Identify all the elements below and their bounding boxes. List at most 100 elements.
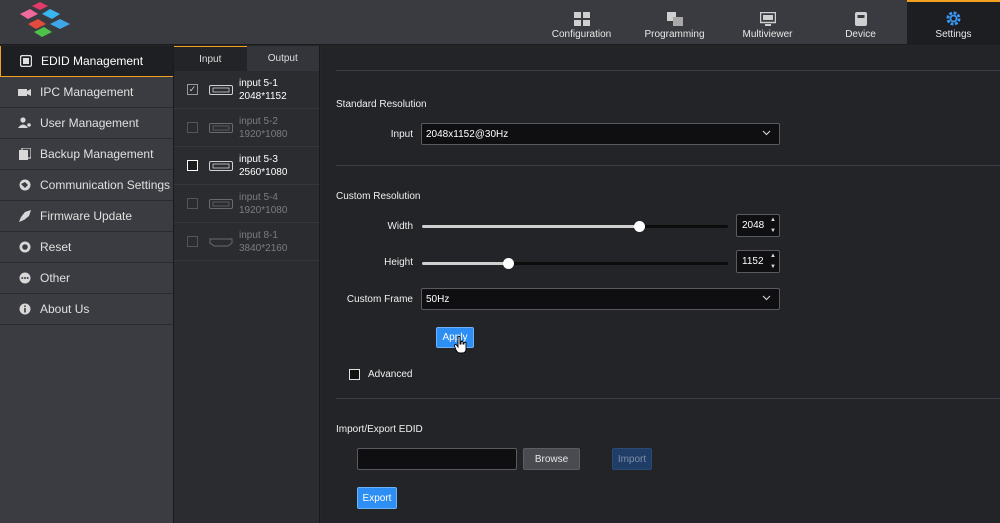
stepper-arrows[interactable]: ▲ ▼ — [767, 251, 779, 272]
sidebar-item-about-us[interactable]: About Us — [0, 294, 173, 325]
programming-icon — [666, 12, 683, 26]
input-checkbox[interactable] — [187, 236, 198, 247]
stepper-arrows[interactable]: ▲ ▼ — [767, 215, 779, 236]
top-nav: Configuration Programming Multiviewer De… — [535, 0, 1000, 45]
stepper-up-icon[interactable]: ▲ — [770, 253, 776, 259]
stepper-up-icon[interactable]: ▲ — [770, 217, 776, 223]
input-checkbox[interactable] — [187, 122, 198, 133]
custom-frame-select[interactable]: 50Hz — [421, 288, 780, 310]
reset-icon — [18, 241, 31, 254]
sidebar-item-label: Reset — [40, 240, 72, 254]
height-slider[interactable] — [422, 257, 728, 269]
input-row[interactable]: input 8-1 3840*2160 — [174, 223, 319, 261]
stepper-down-icon[interactable]: ▼ — [770, 228, 776, 234]
standard-resolution-value: 2048x1152@30Hz — [426, 128, 509, 140]
info-icon — [18, 303, 31, 316]
sidebar-item-backup-management[interactable]: Backup Management — [0, 139, 173, 170]
nav-settings-label: Settings — [935, 29, 972, 40]
tab-output[interactable]: Output — [247, 46, 320, 71]
width-stepper[interactable]: 2048 ▲ ▼ — [736, 214, 780, 237]
export-button[interactable]: Export — [357, 487, 397, 509]
input-name: input 8-1 — [239, 229, 278, 241]
nav-multiviewer[interactable]: Multiviewer — [721, 0, 814, 45]
input-list-panel: Input Output ✓ input 5-1 2048*1152 input … — [173, 46, 320, 523]
custom-frame-value: 50Hz — [426, 293, 450, 305]
browse-button[interactable]: Browse — [523, 448, 580, 470]
stepper-down-icon[interactable]: ▼ — [770, 264, 776, 270]
sidebar-item-label: About Us — [40, 302, 90, 316]
dvi-port-icon — [209, 84, 233, 95]
sidebar-item-ipc-management[interactable]: IPC Management — [0, 77, 173, 108]
nav-settings[interactable]: Settings — [907, 0, 1000, 45]
dvi-port-icon — [209, 198, 233, 209]
advanced-checkbox[interactable] — [349, 369, 360, 380]
input-checkbox[interactable] — [187, 160, 198, 171]
standard-resolution-select[interactable]: 2048x1152@30Hz — [421, 123, 780, 145]
sidebar-item-user-management[interactable]: User Management — [0, 108, 173, 139]
sidebar-item-edid-management[interactable]: EDID Management — [0, 46, 173, 77]
brand-logo — [20, 2, 70, 37]
advanced-label: Advanced — [368, 369, 413, 380]
custom-frame-label: Custom Frame — [346, 294, 413, 305]
height-value: 1152 — [742, 256, 764, 267]
width-value: 2048 — [742, 220, 765, 231]
nav-programming[interactable]: Programming — [628, 0, 721, 45]
sidebar-item-label: IPC Management — [40, 85, 134, 99]
input-resolution: 1920*1080 — [239, 204, 288, 216]
tab-input[interactable]: Input — [174, 46, 247, 71]
more-icon — [18, 272, 31, 285]
standard-resolution-title: Standard Resolution — [336, 99, 427, 110]
user-icon — [18, 117, 31, 130]
input-name: input 5-1 — [239, 77, 278, 89]
sidebar-item-firmware-update[interactable]: Firmware Update — [0, 201, 173, 232]
input-row[interactable]: input 5-4 1920*1080 — [174, 185, 319, 223]
input-row[interactable]: input 5-3 2560*1080 — [174, 147, 319, 185]
sidebar-item-label: Backup Management — [40, 147, 154, 161]
nav-device-label: Device — [845, 29, 876, 40]
import-button[interactable]: Import — [612, 448, 652, 470]
input-name: input 5-4 — [239, 191, 278, 203]
sidebar: EDID Management IPC Management User Mana… — [0, 46, 173, 523]
sidebar-item-other[interactable]: Other — [0, 263, 173, 294]
nav-device[interactable]: Device — [814, 0, 907, 45]
custom-resolution-title: Custom Resolution — [336, 191, 421, 202]
sidebar-item-communication-settings[interactable]: Communication Settings — [0, 170, 173, 201]
chevron-down-icon — [762, 295, 771, 301]
backup-icon — [18, 148, 31, 161]
rocket-icon — [18, 210, 31, 223]
divider — [336, 165, 1000, 166]
divider — [336, 398, 1000, 399]
hdmi-port-icon — [209, 238, 233, 246]
file-path-input[interactable] — [357, 448, 517, 470]
monitor-icon — [759, 12, 776, 26]
sidebar-item-label: Firmware Update — [40, 209, 133, 223]
width-slider-fill — [422, 225, 640, 228]
top-bar: Configuration Programming Multiviewer De… — [0, 0, 1000, 45]
input-name: input 5-3 — [239, 153, 278, 165]
nav-configuration-label: Configuration — [551, 29, 612, 40]
height-slider-thumb[interactable] — [502, 258, 514, 269]
input-row[interactable]: ✓ input 5-1 2048*1152 — [174, 71, 319, 109]
width-slider-thumb[interactable] — [634, 221, 646, 232]
height-slider-fill — [422, 262, 508, 265]
divider — [336, 70, 1000, 71]
input-checkbox[interactable]: ✓ — [187, 84, 198, 95]
input-row[interactable]: input 5-2 1920*1080 — [174, 109, 319, 147]
configuration-icon — [573, 12, 590, 26]
dvi-port-icon — [209, 160, 233, 171]
input-resolution: 1920*1080 — [239, 128, 288, 140]
height-label: Height — [384, 257, 413, 268]
edid-settings-panel: Standard Resolution Input 2048x1152@30Hz… — [321, 46, 1000, 523]
input-resolution: 3840*2160 — [239, 242, 288, 254]
height-stepper[interactable]: 1152 ▲ ▼ — [736, 250, 780, 273]
width-slider[interactable] — [422, 220, 728, 232]
input-checkbox[interactable] — [187, 198, 198, 209]
gear-icon — [946, 11, 961, 26]
chevron-down-icon — [762, 130, 771, 136]
sidebar-item-reset[interactable]: Reset — [0, 232, 173, 263]
nav-configuration[interactable]: Configuration — [535, 0, 628, 45]
hand-cursor-icon — [454, 336, 467, 354]
ipc-icon — [18, 86, 31, 99]
input-label: Input — [390, 129, 413, 140]
dvi-port-icon — [209, 122, 233, 133]
